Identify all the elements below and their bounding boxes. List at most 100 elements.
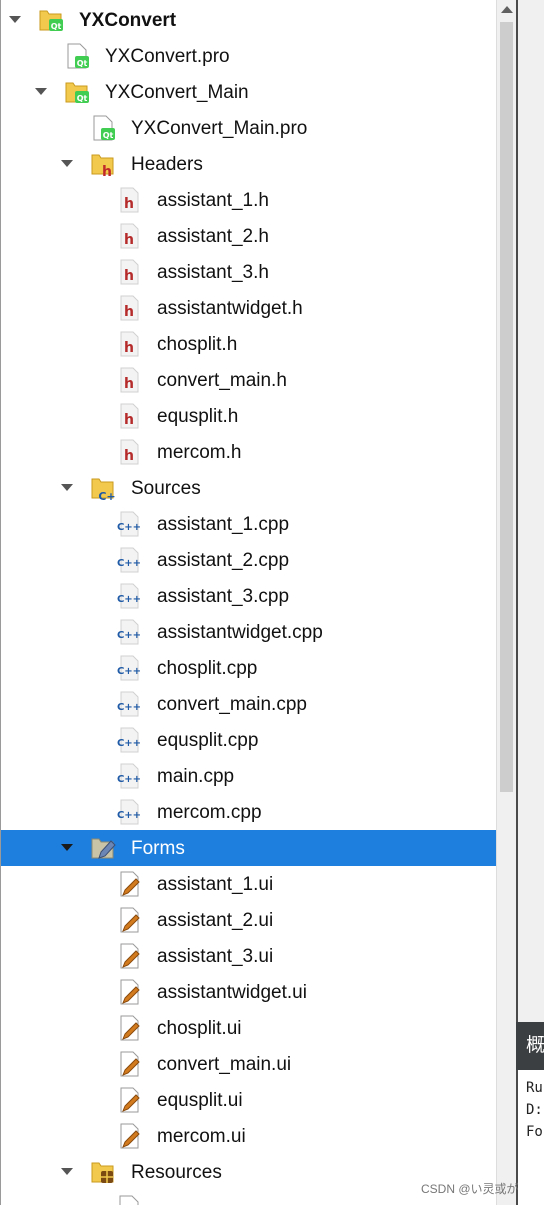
tree-row-main[interactable]: Qt YXConvert_Main: [1, 74, 497, 110]
tree-row-root-pro[interactable]: Qt YXConvert.pro: [1, 38, 497, 74]
project-tree: Qt YXConvert Qt YXConvert.pro Qt YXConve…: [0, 0, 497, 1205]
tree-label: equsplit.h: [157, 406, 239, 427]
chevron-down-icon[interactable]: [35, 88, 47, 95]
sources-folder-icon: C+: [91, 478, 116, 502]
source-file-row[interactable]: C++ assistant_1.cpp: [1, 506, 497, 542]
tree-label: assistant_1.ui: [157, 874, 274, 895]
cpp-file-icon: C++: [117, 547, 141, 573]
tree-label: assistant_2.cpp: [157, 550, 290, 571]
tree-label: assistant_3.cpp: [157, 586, 290, 607]
tree-label: mercom.h: [157, 442, 242, 463]
form-file-row[interactable]: convert_main.ui: [1, 1046, 497, 1082]
header-file-icon: h: [120, 331, 139, 357]
source-file-row[interactable]: C++ convert_main.cpp: [1, 686, 497, 722]
header-file-row[interactable]: h assistant_2.h: [1, 218, 497, 254]
output-line: Ru: [526, 1080, 543, 1096]
form-file-row[interactable]: mercom.ui: [1, 1118, 497, 1154]
chevron-down-icon[interactable]: [61, 1168, 73, 1175]
svg-text:h: h: [124, 268, 134, 284]
tree-label: YXConvert: [79, 10, 177, 31]
header-file-icon: h: [120, 403, 139, 429]
source-file-row[interactable]: C++ assistant_2.cpp: [1, 542, 497, 578]
header-file-icon: h: [120, 439, 139, 465]
tree-label: Resources: [131, 1162, 222, 1183]
source-file-row[interactable]: C++ main.cpp: [1, 758, 497, 794]
tree-scrollbar[interactable]: [496, 0, 516, 1205]
svg-text:h: h: [124, 304, 134, 320]
tree-row-sources[interactable]: C+ Sources: [1, 470, 497, 506]
tree-label: equsplit.cpp: [157, 730, 259, 751]
watermark: CSDN @い灵或が: [421, 1182, 519, 1196]
svg-text:C++: C++: [117, 666, 141, 677]
svg-text:Qt: Qt: [51, 22, 62, 31]
tree-row-root[interactable]: Qt YXConvert: [1, 2, 497, 38]
cpp-file-icon: C++: [117, 583, 141, 609]
chevron-down-icon[interactable]: [61, 160, 73, 167]
tree-label: mercom.ui: [157, 1126, 246, 1147]
source-file-row[interactable]: C++ assistant_3.cpp: [1, 578, 497, 614]
svg-text:C++: C++: [117, 774, 141, 785]
chevron-down-icon[interactable]: [9, 16, 21, 23]
header-file-icon: h: [120, 187, 139, 213]
forms-folder-icon: [91, 838, 116, 859]
header-file-icon: h: [120, 259, 139, 285]
header-file-row[interactable]: h assistant_3.h: [1, 254, 497, 290]
chevron-down-icon[interactable]: [61, 484, 73, 491]
tree-label: chosplit.h: [157, 334, 238, 355]
form-file-row[interactable]: assistant_2.ui: [1, 902, 497, 938]
svg-text:C++: C++: [117, 594, 141, 605]
tree-label: convert_main.ui: [157, 1054, 292, 1075]
tree-label: chosplit.ui: [157, 1018, 242, 1039]
source-file-row[interactable]: C++ equsplit.cpp: [1, 722, 497, 758]
tree-row-forms[interactable]: Forms: [1, 830, 497, 866]
tree-label: YXConvert.pro: [105, 46, 230, 67]
tree-label: mercom.cpp: [157, 802, 262, 823]
svg-text:Qt: Qt: [103, 131, 114, 140]
ui-form-file-icon: [120, 871, 140, 897]
form-file-row[interactable]: assistant_3.ui: [1, 938, 497, 974]
cpp-file-icon: C++: [117, 763, 141, 789]
svg-text:C++: C++: [117, 522, 141, 533]
header-file-row[interactable]: h chosplit.h: [1, 326, 497, 362]
qt-pro-file-icon: Qt: [67, 43, 89, 69]
source-file-row[interactable]: C++ assistantwidget.cpp: [1, 614, 497, 650]
svg-text:C++: C++: [117, 810, 141, 821]
tree-label: equsplit.ui: [157, 1090, 243, 1111]
header-file-icon: h: [120, 223, 139, 249]
tree-label: assistantwidget.cpp: [157, 622, 323, 643]
svg-text:C++: C++: [117, 702, 141, 713]
form-file-row[interactable]: assistantwidget.ui: [1, 974, 497, 1010]
tree-label: convert_main.cpp: [157, 694, 307, 715]
tree-row-main-pro[interactable]: Qt YXConvert_Main.pro: [1, 110, 497, 146]
header-file-row[interactable]: h assistantwidget.h: [1, 290, 497, 326]
source-file-row[interactable]: C++ mercom.cpp: [1, 794, 497, 830]
cpp-file-icon: C++: [117, 691, 141, 717]
headers-folder-icon: h: [91, 154, 114, 178]
qt-project-folder-icon: Qt: [39, 10, 63, 31]
cpp-file-icon: C++: [117, 511, 141, 537]
header-file-row[interactable]: h equsplit.h: [1, 398, 497, 434]
tree-label: assistant_1.cpp: [157, 514, 290, 535]
tree-label: assistant_3.h: [157, 262, 269, 283]
svg-text:h: h: [124, 196, 134, 212]
form-file-row[interactable]: assistant_1.ui: [1, 866, 497, 902]
header-file-row[interactable]: h convert_main.h: [1, 362, 497, 398]
output-line: Fo: [526, 1124, 543, 1140]
tree-label: assistant_2.ui: [157, 910, 274, 931]
chevron-down-icon[interactable]: [61, 844, 73, 851]
form-file-row[interactable]: equsplit.ui: [1, 1082, 497, 1118]
cpp-file-icon: C++: [117, 799, 141, 825]
header-file-icon: h: [120, 367, 139, 393]
header-file-row[interactable]: h mercom.h: [1, 434, 497, 470]
scroll-thumb[interactable]: [500, 22, 513, 792]
ui-form-file-icon: [120, 1087, 140, 1113]
file-icon: [119, 1195, 139, 1205]
header-file-row[interactable]: h assistant_1.h: [1, 182, 497, 218]
scroll-up-arrow-icon[interactable]: [501, 6, 513, 13]
source-file-row[interactable]: C++ chosplit.cpp: [1, 650, 497, 686]
ui-form-file-icon: [120, 1015, 140, 1041]
svg-text:Qt: Qt: [77, 94, 88, 103]
tree-label: YXConvert_Main: [105, 82, 249, 103]
tree-row-headers[interactable]: h Headers: [1, 146, 497, 182]
form-file-row[interactable]: chosplit.ui: [1, 1010, 497, 1046]
